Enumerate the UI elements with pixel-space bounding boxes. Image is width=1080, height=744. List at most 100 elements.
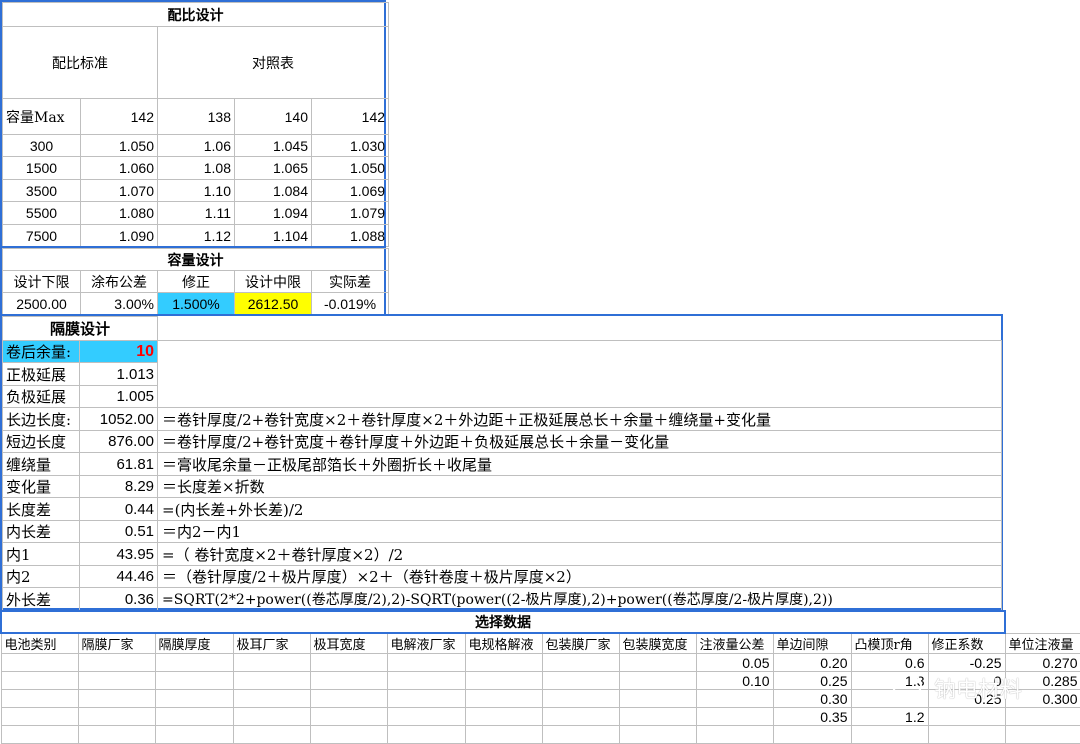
select-cell[interactable] [695,725,774,744]
separator-label[interactable]: 内2 [2,565,80,588]
select-cell[interactable]: 0.05 [695,653,774,672]
separator-formula[interactable]: =SQRT(2*2+power((卷芯厚度/2),2)-SQRT(power((… [157,587,1003,611]
ratio-cell[interactable]: 1.104 [234,224,312,247]
select-cell[interactable] [0,689,79,708]
capacity-header[interactable]: 涂布公差 [80,270,158,293]
separator-value[interactable]: 1.013 [78,362,159,386]
select-cell[interactable] [850,725,929,744]
select-cell[interactable] [464,689,543,708]
select-cell[interactable] [464,671,543,690]
ratio-cell[interactable]: 1.08 [157,156,235,180]
select-cell[interactable]: 0.6 [850,653,929,672]
select-cell[interactable] [77,707,156,726]
ratio-standard-label[interactable]: 配比标准 [2,26,158,99]
select-cell[interactable] [309,707,388,726]
separator-value[interactable]: 0.44 [78,497,159,521]
actual-diff-cell[interactable]: -0.019% [310,292,390,315]
select-cell[interactable] [309,671,388,690]
ratio-cell[interactable]: 1.060 [80,156,158,180]
capacity-header[interactable]: 设计下限 [2,270,81,293]
design-mid-limit-cell[interactable]: 2612.50 [234,292,312,315]
select-cell[interactable]: 0.25 [772,671,852,690]
separator-label[interactable]: 正极延展 [2,362,80,386]
ratio-cell[interactable]: 300 [2,134,81,157]
ratio-cell[interactable]: 3500 [2,179,81,202]
correction-cell[interactable]: 1.500% [157,292,235,315]
select-cell[interactable] [232,707,311,726]
remaining-after-winding-value[interactable]: 10 [78,340,159,363]
select-cell[interactable]: 1.2 [850,707,929,726]
ratio-cell[interactable]: 1.050 [310,156,390,180]
select-cell[interactable] [232,671,311,690]
separator-label[interactable]: 长度差 [2,497,80,521]
select-cell[interactable] [464,707,543,726]
separator-label[interactable]: 外长差 [2,587,80,611]
ratio-cell[interactable]: 1.10 [157,179,235,202]
ratio-cell[interactable]: 1.065 [234,156,312,180]
ratio-cell[interactable]: 1.094 [234,201,312,225]
ratio-cell[interactable]: 1.088 [310,224,390,247]
select-cell[interactable] [154,671,234,690]
unit-injection-header[interactable]: 单位注液量 [1004,632,1080,654]
separator-formula[interactable]: ＝（卷针厚度/2＋极片厚度）×2＋（卷针卷度＋极片厚度×2） [157,565,1003,588]
separator-label[interactable]: 变化量 [2,475,80,498]
separator-formula[interactable]: =(内长差+外长差)/2 [157,497,1003,521]
select-cell[interactable] [309,653,388,672]
ratio-cell[interactable]: 1.080 [80,201,158,225]
select-cell[interactable] [77,653,156,672]
select-cell[interactable] [618,689,697,708]
tab-width-header[interactable]: 极耳宽度 [309,632,388,654]
select-cell[interactable] [618,653,697,672]
select-cell[interactable] [1004,725,1080,744]
separator-label[interactable]: 缠绕量 [2,452,80,476]
select-cell[interactable] [232,653,311,672]
select-cell[interactable] [77,725,156,744]
select-cell[interactable] [695,689,774,708]
select-cell[interactable]: 0.35 [772,707,852,726]
coating-tolerance-cell[interactable]: 3.00% [80,292,158,315]
select-cell[interactable] [386,671,466,690]
punch-corner-header[interactable]: 凸模顶r角 [850,632,929,654]
select-cell[interactable]: -0.25 [927,653,1006,672]
separator-label[interactable]: 长边长度: [2,407,80,431]
select-cell[interactable] [309,725,388,744]
select-cell[interactable] [927,707,1006,726]
ratio-cell[interactable]: 1.045 [234,134,312,157]
select-cell[interactable] [386,689,466,708]
ratio-header-cell[interactable]: 142 [80,98,158,135]
select-cell[interactable] [154,707,234,726]
electrolyte-spec-header[interactable]: 电规格解液 [464,632,543,654]
ratio-header-cell[interactable]: 140 [234,98,312,135]
ratio-cell[interactable]: 1.069 [310,179,390,202]
capacity-header[interactable]: 修正 [157,270,235,293]
select-cell[interactable] [232,689,311,708]
select-cell[interactable] [464,653,543,672]
select-cell[interactable] [232,725,311,744]
select-cell[interactable] [154,689,234,708]
separator-formula[interactable]: ＝长度差×折数 [157,475,1003,498]
separator-formula[interactable]: =（ 卷针宽度×2＋卷针厚度×2）/2 [157,542,1003,566]
ratio-cell[interactable]: 1500 [2,156,81,180]
select-cell[interactable] [1004,707,1080,726]
select-cell[interactable] [618,707,697,726]
tab-vendor-header[interactable]: 极耳厂家 [232,632,311,654]
separator-value[interactable]: 43.95 [78,542,159,566]
select-cell[interactable] [541,671,620,690]
capacity-header[interactable]: 实际差 [310,270,390,293]
select-cell[interactable]: 0.270 [1004,653,1080,672]
select-cell[interactable] [541,689,620,708]
side-gap-header[interactable]: 单边间隙 [772,632,852,654]
ratio-cell[interactable]: 1.050 [80,134,158,157]
separator-formula[interactable]: ＝卷针厚度/2+卷针宽度＋卷针厚度＋外边距＋负极延展总长＋余量－变化量 [157,430,1003,453]
select-cell[interactable] [618,671,697,690]
ratio-cell[interactable]: 1.079 [310,201,390,225]
separator-value[interactable]: 8.29 [78,475,159,498]
separator-formula[interactable]: ＝卷针厚度/2+卷针宽度×2＋卷针厚度×2＋外边距＋正极延展总长＋余量＋缠绕量+… [157,407,1003,431]
separator-label[interactable]: 负极延展 [2,385,80,408]
ratio-table-label[interactable]: 对照表 [156,26,390,99]
correction-factor-header[interactable]: 修正系数 [927,632,1006,654]
battery-type-header[interactable]: 电池类别 [0,632,79,654]
select-cell[interactable] [77,671,156,690]
separator-formula[interactable]: ＝内2－内1 [157,520,1003,543]
select-cell[interactable] [386,707,466,726]
